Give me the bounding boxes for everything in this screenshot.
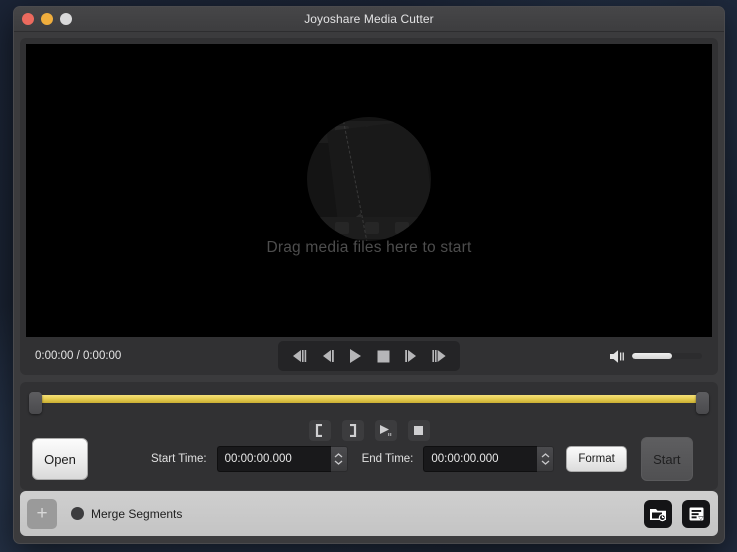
folder-history-icon <box>649 506 667 522</box>
drop-hint-text: Drag media files here to start <box>26 239 712 257</box>
forward-icon <box>405 350 418 362</box>
trim-start-handle[interactable] <box>29 392 42 414</box>
stop-square-icon <box>413 425 424 436</box>
add-segment-button[interactable]: + <box>27 499 57 529</box>
chevron-down-icon <box>334 460 343 465</box>
output-folder-button[interactable] <box>644 500 672 528</box>
play-button[interactable] <box>344 346 366 366</box>
end-time-input[interactable] <box>423 446 537 472</box>
bracket-close-icon <box>348 424 357 437</box>
volume-slider-fill <box>632 353 672 359</box>
list-queue-icon <box>688 506 705 522</box>
preview-play-icon <box>379 424 392 437</box>
format-button[interactable]: Format <box>566 446 626 472</box>
merge-segments-checkbox[interactable] <box>71 507 84 520</box>
play-icon <box>349 349 362 363</box>
timeline-track[interactable] <box>29 392 709 414</box>
end-time-stepper[interactable] <box>537 446 554 472</box>
bracket-open-icon <box>315 424 324 437</box>
stop-button[interactable] <box>372 346 394 366</box>
chevron-up-icon <box>541 453 550 458</box>
window-title: Joyoshare Media Cutter <box>14 12 724 26</box>
volume-slider[interactable] <box>632 353 702 359</box>
next-frame-button[interactable] <box>428 346 450 366</box>
end-time-label: End Time: <box>362 453 414 465</box>
transport-controls <box>278 341 460 371</box>
chevron-up-icon <box>334 453 343 458</box>
end-time-field <box>423 446 554 472</box>
prev-frame-icon <box>292 350 307 362</box>
maximize-button[interactable] <box>60 13 72 25</box>
video-panel: Drag media files here to start 0:00:00 /… <box>20 38 718 375</box>
stop-icon <box>377 350 390 363</box>
video-drop-area[interactable]: Drag media files here to start <box>26 44 712 337</box>
forward-button[interactable] <box>400 346 422 366</box>
next-frame-icon <box>432 350 447 362</box>
merge-segments-toggle[interactable]: Merge Segments <box>71 507 182 521</box>
close-button[interactable] <box>22 13 34 25</box>
open-button[interactable]: Open <box>32 438 88 480</box>
start-time-input[interactable] <box>217 446 331 472</box>
desktop-background: Joyoshare Media Cutter <box>0 0 737 552</box>
minimize-button[interactable] <box>41 13 53 25</box>
time-display: 0:00:00 / 0:00:00 <box>35 350 121 362</box>
rewind-icon <box>321 350 334 362</box>
volume-control <box>610 350 702 363</box>
task-list-button[interactable] <box>682 500 710 528</box>
merge-segments-label: Merge Segments <box>91 507 182 521</box>
timeline-selection-bar <box>41 395 697 403</box>
editor-controls-row: Open Start Time: End Time: <box>20 437 718 481</box>
speaker-icon <box>610 350 626 363</box>
edit-panel: Open Start Time: End Time: <box>20 382 718 490</box>
application-window: Joyoshare Media Cutter <box>13 6 725 544</box>
rewind-button[interactable] <box>316 346 338 366</box>
previous-frame-button[interactable] <box>288 346 310 366</box>
start-time-stepper[interactable] <box>331 446 348 472</box>
merge-actions <box>644 500 710 528</box>
timeline-row <box>20 382 718 414</box>
start-time-field <box>217 446 348 472</box>
transport-bar: 0:00:00 / 0:00:00 <box>26 337 712 375</box>
start-time-label: Start Time: <box>151 453 207 465</box>
film-reel-icon <box>307 117 431 241</box>
start-button[interactable]: Start <box>641 437 693 481</box>
merge-bar: + Merge Segments <box>20 491 718 536</box>
window-controls <box>14 13 72 25</box>
trim-end-handle[interactable] <box>696 392 709 414</box>
title-bar: Joyoshare Media Cutter <box>14 7 724 32</box>
chevron-down-icon <box>541 460 550 465</box>
